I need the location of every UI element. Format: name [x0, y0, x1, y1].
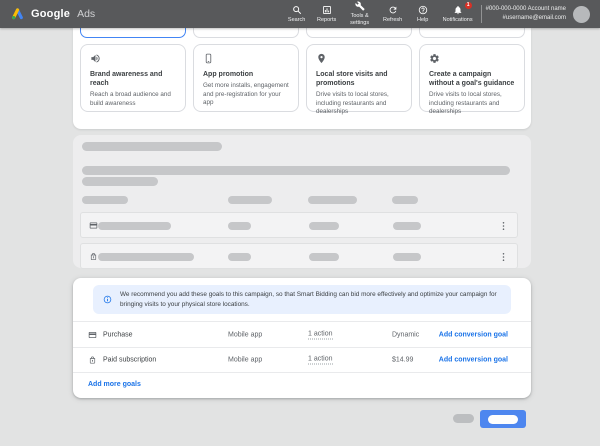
skeleton-cell	[309, 253, 339, 261]
nav-tools-settings[interactable]: Tools & settings	[347, 1, 373, 26]
loading-section-panel	[73, 135, 531, 268]
avatar[interactable]	[573, 6, 590, 23]
speaker-icon	[90, 53, 176, 64]
skeleton-column-header	[228, 196, 272, 204]
goal-card-description: Reach a broad audience and build awarene…	[90, 91, 176, 108]
goal-row-purchase: Purchase Mobile app 1 action Dynamic Add…	[73, 321, 531, 347]
goal-name: Purchase	[103, 331, 133, 338]
goal-card-title: App promotion	[203, 70, 289, 79]
nav-label: Notifications	[443, 17, 473, 24]
wrench-icon	[355, 1, 365, 11]
gear-icon	[429, 53, 515, 64]
skeleton-cell	[393, 222, 421, 230]
goal-name-cell: Purchase	[88, 330, 133, 339]
account-info[interactable]: #000-000-0000 Account name #username@ema…	[486, 5, 566, 22]
reports-icon	[322, 5, 332, 15]
header-divider	[481, 5, 482, 23]
nav-refresh[interactable]: Refresh	[383, 5, 403, 24]
goal-actions[interactable]: 1 action	[308, 356, 333, 365]
nav-notifications[interactable]: 1 Notifications	[443, 5, 473, 24]
primary-action-button[interactable]	[480, 410, 526, 428]
goal-selection-panel: Brand awareness and reach Reach a broad …	[73, 28, 531, 129]
nav-help[interactable]: Help	[413, 5, 433, 24]
nav-label: Refresh	[383, 17, 402, 24]
help-icon	[418, 5, 428, 15]
skeleton-goal-row-subscription	[80, 243, 518, 269]
app-header: Google Ads Search	[0, 0, 600, 28]
bell-icon	[453, 5, 463, 15]
recommendation-banner: We recommend you add these goals to this…	[93, 285, 511, 314]
skeleton-cell	[309, 222, 339, 230]
credit-card-icon	[88, 330, 97, 339]
goal-actions[interactable]: 1 action	[308, 330, 333, 339]
nav-label: Search	[288, 17, 305, 24]
credit-card-icon	[89, 221, 98, 230]
goals-table: Purchase Mobile app 1 action Dynamic Add…	[73, 321, 531, 373]
add-conversion-goal-link[interactable]: Add conversion goal	[439, 331, 508, 338]
skeleton-section-title	[82, 142, 222, 151]
goal-card-partial-selected[interactable]	[80, 28, 186, 38]
goal-name-cell: Paid subscription	[88, 356, 156, 365]
notification-badge: 1	[465, 2, 472, 9]
google-ads-logo[interactable]: Google Ads	[10, 7, 95, 21]
skeleton-column-header	[308, 196, 357, 204]
brand-google-text: Google	[31, 8, 70, 20]
skeleton-cell	[98, 253, 194, 261]
info-icon	[103, 295, 112, 304]
goal-platform: Mobile app	[228, 331, 262, 338]
google-ads-campaign-setup-page: Google Ads Search	[0, 0, 600, 446]
nav-search[interactable]: Search	[287, 5, 307, 24]
goal-row-paid-subscription: Paid subscription Mobile app 1 action $1…	[73, 347, 531, 373]
goal-card-description: Drive visits to local stores, including …	[316, 91, 402, 117]
more-options-icon[interactable]	[498, 251, 509, 263]
goal-platform: Mobile app	[228, 357, 262, 364]
smartphone-icon	[203, 53, 289, 64]
goal-value: Dynamic	[392, 331, 419, 338]
nav-label: Reports	[317, 17, 336, 24]
add-conversion-goal-link[interactable]: Add conversion goal	[439, 357, 508, 364]
location-pin-icon	[316, 53, 402, 64]
brand-ads-text: Ads	[77, 8, 95, 20]
goal-card-title: Local store visits and promotions	[316, 70, 402, 88]
secondary-action-skeleton[interactable]	[453, 414, 474, 423]
google-ads-triangle-icon	[10, 7, 25, 21]
subscription-bag-icon	[89, 252, 98, 261]
search-icon	[292, 5, 302, 15]
account-id-name: #000-000-0000 Account name	[486, 5, 566, 14]
subscription-bag-icon	[88, 356, 97, 365]
goal-card-brand-awareness[interactable]: Brand awareness and reach Reach a broad …	[80, 44, 186, 112]
skeleton-text-line	[82, 166, 510, 175]
goal-name: Paid subscription	[103, 357, 156, 364]
skeleton-cell	[393, 253, 421, 261]
goal-card-description: Drive visits to local stores, including …	[429, 91, 515, 117]
goal-card-partial[interactable]	[419, 28, 525, 38]
primary-action-label-skeleton	[488, 415, 518, 424]
goal-card-title: Create a campaign without a goal's guida…	[429, 70, 515, 88]
goal-value: $14.99	[392, 357, 413, 364]
goal-card-no-goal-guidance[interactable]: Create a campaign without a goal's guida…	[419, 44, 525, 112]
goal-card-local-store-visits[interactable]: Local store visits and promotions Drive …	[306, 44, 412, 112]
skeleton-column-header	[392, 196, 418, 204]
goal-card-title: Brand awareness and reach	[90, 70, 176, 88]
recommended-goals-card: We recommend you add these goals to this…	[73, 278, 531, 398]
goal-card-app-promotion[interactable]: App promotion Get more installs, engagem…	[193, 44, 299, 112]
skeleton-text-line	[82, 177, 158, 186]
add-more-goals-link[interactable]: Add more goals	[88, 381, 141, 388]
nav-reports[interactable]: Reports	[317, 5, 337, 24]
refresh-icon	[388, 5, 398, 15]
skeleton-cell	[228, 253, 251, 261]
more-options-icon[interactable]	[498, 220, 509, 232]
nav-label: Tools & settings	[347, 13, 373, 26]
skeleton-cell	[228, 222, 251, 230]
header-nav: Search Reports	[287, 1, 473, 26]
goal-card-partial[interactable]	[193, 28, 299, 38]
nav-label: Help	[417, 17, 428, 24]
goal-card-partial[interactable]	[306, 28, 412, 38]
banner-text: We recommend you add these goals to this…	[120, 290, 501, 309]
skeleton-goal-row-purchase	[80, 212, 518, 238]
account-email: #username@email.com	[486, 14, 566, 23]
skeleton-cell	[98, 222, 171, 230]
goal-card-description: Get more installs, engagement and pre-re…	[203, 82, 289, 108]
skeleton-column-header	[82, 196, 128, 204]
